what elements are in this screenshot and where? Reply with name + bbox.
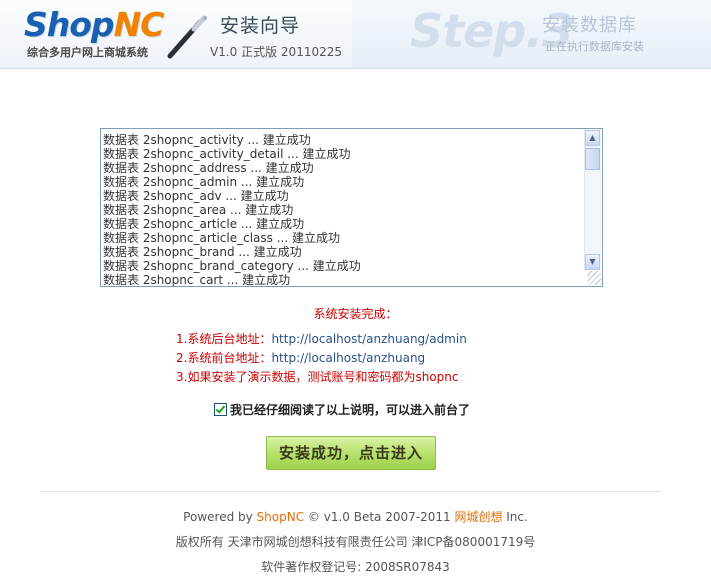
log-line: 数据表 2shopnc_adv ... 建立成功 xyxy=(103,189,289,203)
copyright-line: 版权所有 天津市网城创想科技有限责任公司 津ICP备080001719号 xyxy=(175,535,536,549)
version-label: V1.0 正式版 20110225 xyxy=(210,45,343,59)
powered-middle: © v1.0 Beta 2007-2011 xyxy=(304,510,455,524)
log-line: 数据表 2shopnc_article ... 建立成功 xyxy=(103,217,305,231)
step-subtitle: 正在执行数据库安装 xyxy=(545,40,644,53)
software-registration-line: 软件著作权登记号: 2008SR07843 xyxy=(261,560,450,574)
resize-grip-icon[interactable] xyxy=(587,271,601,285)
logo-nc-text: NC xyxy=(113,5,165,44)
log-line: 数据表 2shopnc_activity ... 建立成功 xyxy=(103,133,311,147)
log-line: 数据表 2shopnc_article_class ... 建立成功 xyxy=(103,231,340,245)
admin-address-label: 1.系统后台地址： xyxy=(176,332,272,346)
company-link[interactable]: 网城创想 xyxy=(454,510,502,524)
agree-checkbox[interactable] xyxy=(214,403,227,416)
logo-shop-text: Shop xyxy=(24,5,115,44)
log-scrollbar[interactable]: ▲ ▼ xyxy=(584,130,601,270)
admin-address-line: 1.系统后台地址：http://localhost/anzhuang/admin xyxy=(176,330,467,347)
log-line: 数据表 2shopnc_activity_detail ... 建立成功 xyxy=(103,147,351,161)
scroll-down-arrow-icon[interactable]: ▼ xyxy=(585,254,600,270)
powered-prefix: Powered by xyxy=(183,510,257,524)
scroll-up-arrow-icon[interactable]: ▲ xyxy=(585,130,600,146)
admin-address-url: http://localhost/anzhuang/admin xyxy=(271,332,467,346)
front-address-url: http://localhost/anzhuang xyxy=(271,351,426,365)
header-brand-area: ShopNC 综合多用户网上商城系统 安装向导 V1.0 正式版 2011022… xyxy=(0,0,352,68)
powered-suffix: Inc. xyxy=(502,510,528,524)
agree-label[interactable]: 我已经仔细阅读了以上说明，可以进入前台了 xyxy=(230,401,470,418)
step-title: 安装数据库 xyxy=(542,15,637,36)
log-line: 数据表 2shopnc_admin ... 建立成功 xyxy=(103,175,305,189)
install-log-textarea[interactable]: 数据表 2shopnc_activity ... 建立成功 数据表 2shopnc… xyxy=(100,128,603,287)
log-line: 数据表 2shopnc_brand_category ... 建立成功 xyxy=(103,259,361,273)
log-line: 数据表 2shopnc_address ... 建立成功 xyxy=(103,161,314,175)
scroll-thumb[interactable] xyxy=(585,148,600,170)
log-line: 数据表 2shopnc_brand ... 建立成功 xyxy=(103,245,302,259)
enter-site-button[interactable]: 安装成功，点击进入 xyxy=(266,436,436,470)
magic-wand-icon xyxy=(167,15,207,59)
front-address-line: 2.系统前台地址：http://localhost/anzhuang xyxy=(176,349,425,366)
powered-by-line: Powered by ShopNC © v1.0 Beta 2007-2011 … xyxy=(0,508,711,525)
demo-account-note: 3.如果安装了演示数据，测试账号和密码都为shopnc xyxy=(176,370,459,384)
front-address-label: 2.系统前台地址： xyxy=(176,351,272,365)
logo-subtitle: 综合多用户网上商城系统 xyxy=(27,46,148,59)
log-line: 数据表 2shopnc_area ... 建立成功 xyxy=(103,203,294,217)
shopnc-link[interactable]: ShopNC xyxy=(257,510,305,524)
shopnc-logo: ShopNC xyxy=(24,5,165,44)
wizard-title: 安装向导 xyxy=(220,15,301,37)
footer-divider xyxy=(40,491,661,492)
header: ShopNC 综合多用户网上商城系统 安装向导 V1.0 正式版 2011022… xyxy=(0,0,711,69)
install-complete-title: 系统安装完成： xyxy=(313,307,398,321)
install-log-lines: 数据表 2shopnc_activity ... 建立成功 数据表 2shopnc… xyxy=(103,133,582,287)
agree-row: 我已经仔细阅读了以上说明，可以进入前台了 xyxy=(214,401,470,418)
log-line: 数据表 2shopnc_cart ... 建立成功 xyxy=(103,273,291,287)
